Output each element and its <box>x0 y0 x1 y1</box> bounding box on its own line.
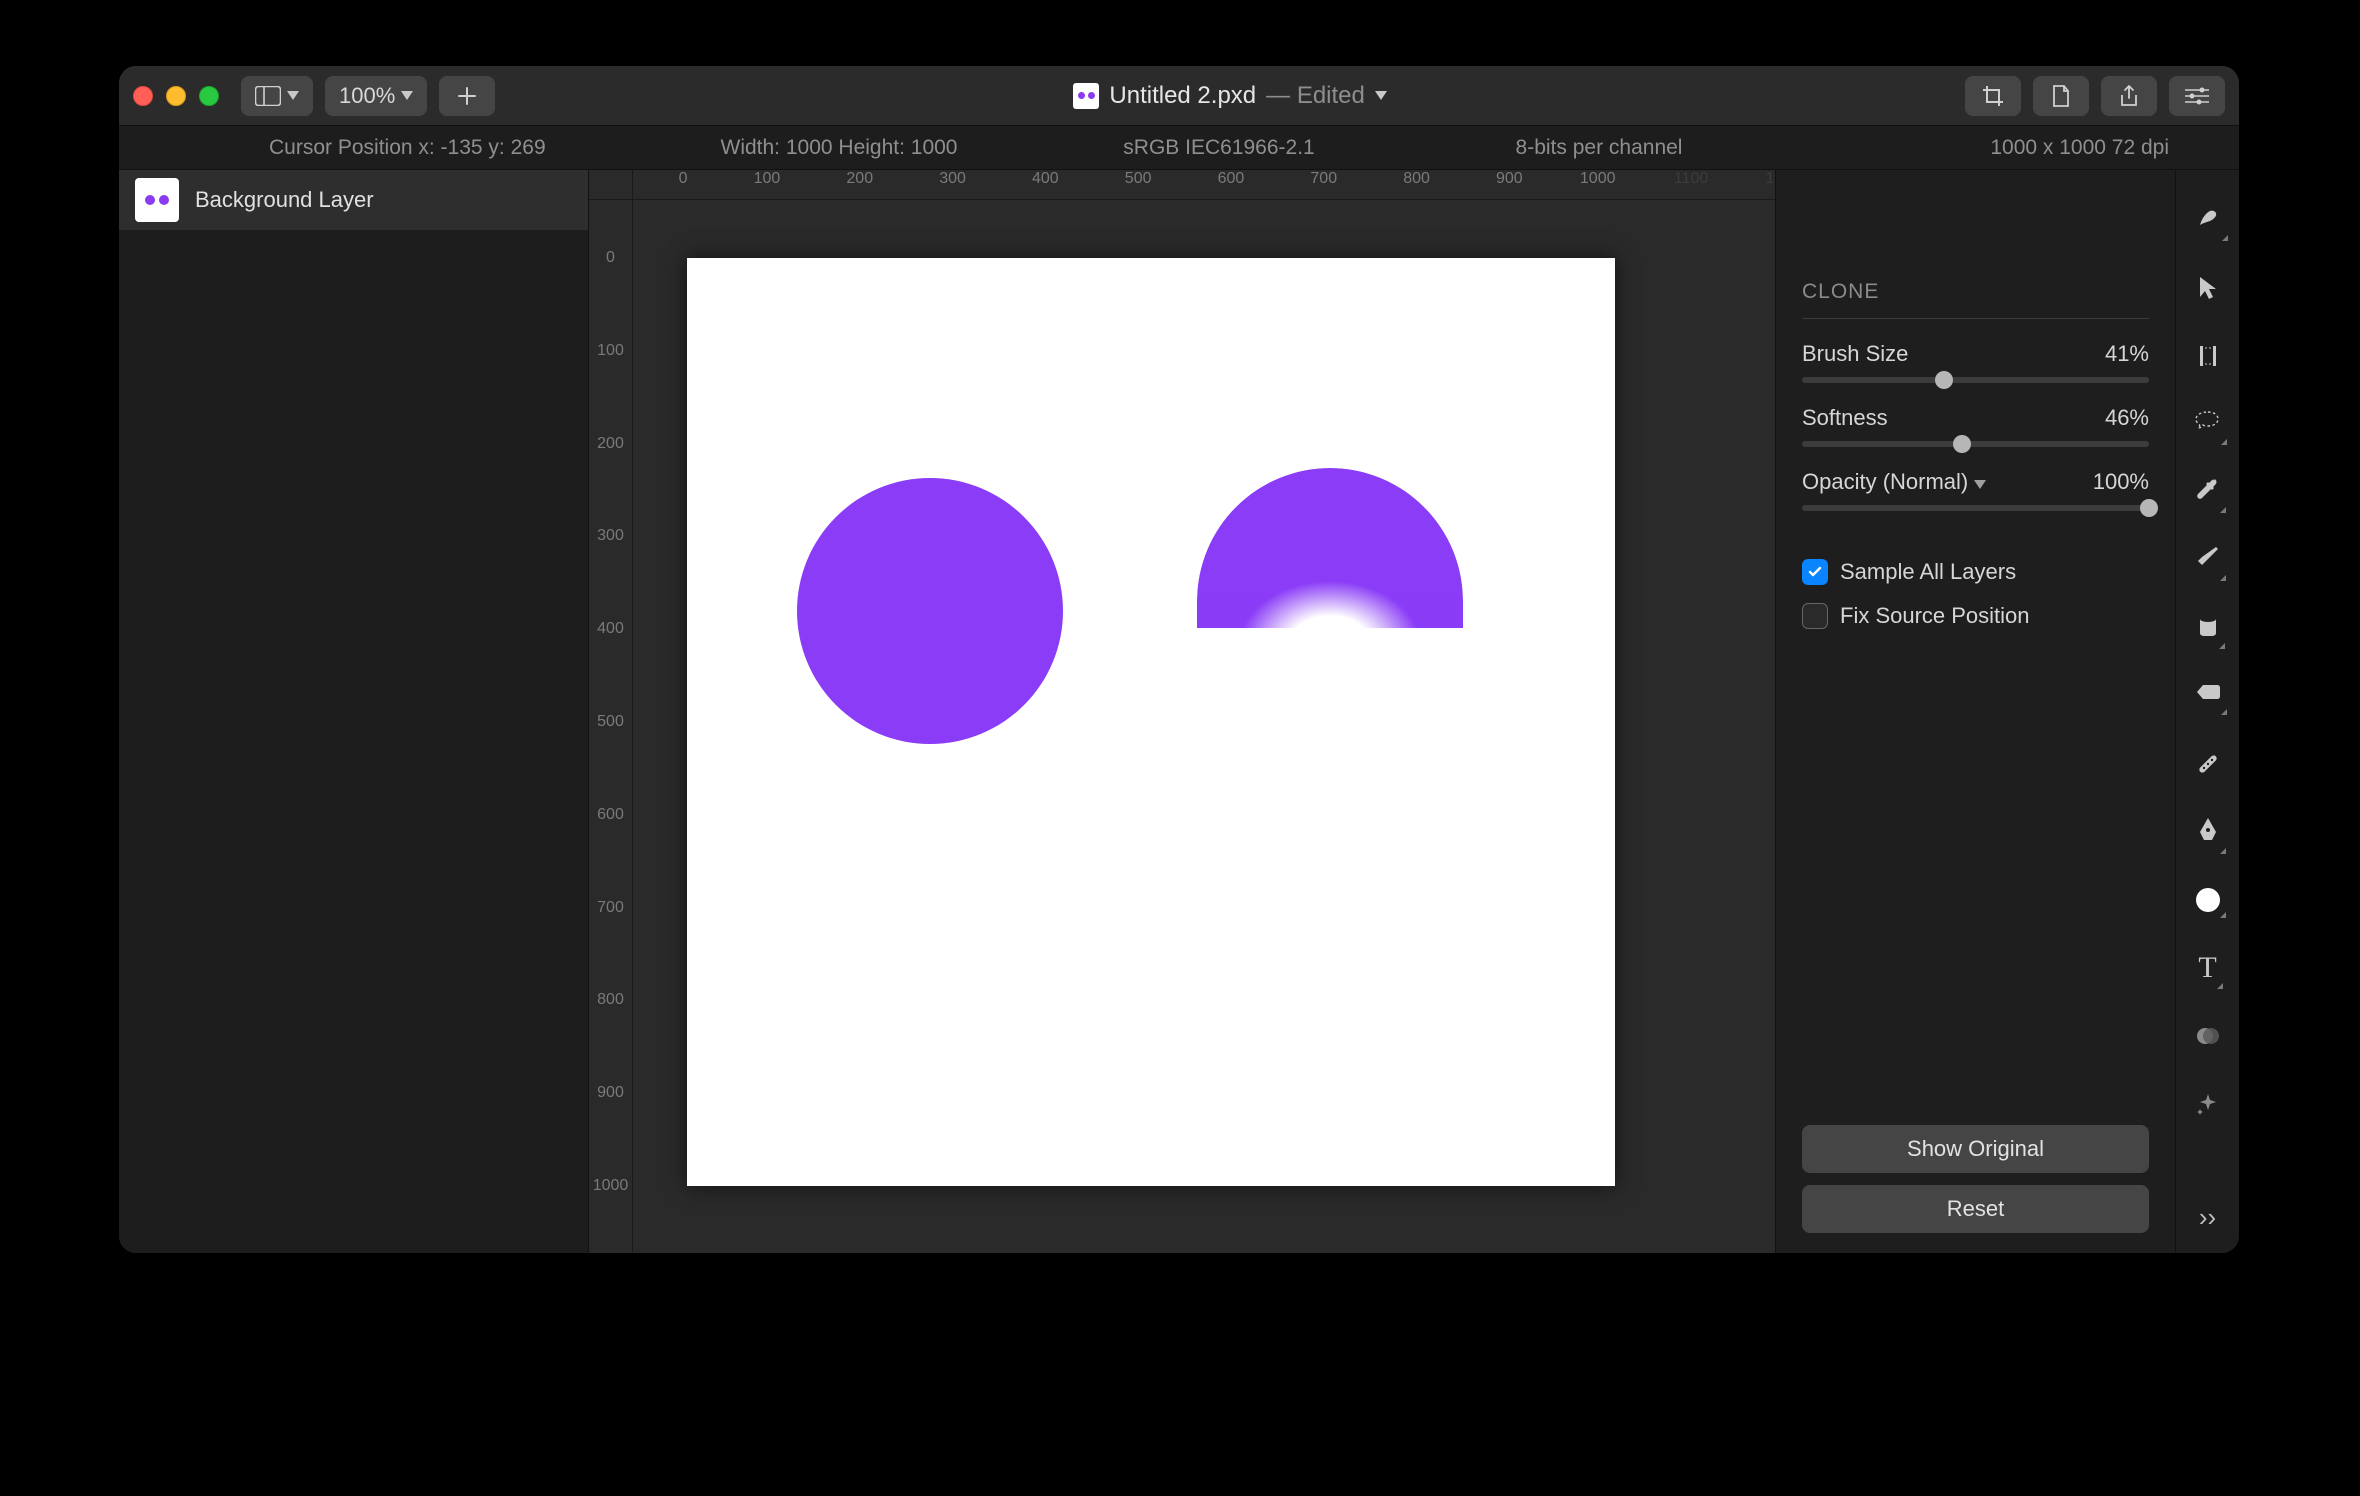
softness-slider[interactable] <box>1802 441 2149 447</box>
artboard[interactable] <box>687 258 1615 1186</box>
expand-tools-button[interactable]: ›› <box>2199 1202 2216 1253</box>
document-title[interactable]: Untitled 2.pxd — Edited <box>507 82 1953 110</box>
bit-depth-readout: 8-bits per channel <box>1409 136 1789 160</box>
eyedropper-tool[interactable] <box>2188 472 2228 512</box>
settings-toolbar-button[interactable] <box>2169 76 2225 116</box>
layer-thumbnail <box>135 178 179 222</box>
brush-tool[interactable] <box>2188 540 2228 580</box>
add-button[interactable] <box>439 76 495 116</box>
checkbox-icon <box>1802 603 1828 629</box>
chevron-down-icon <box>1375 91 1387 100</box>
fix-source-position-label: Fix Source Position <box>1840 603 2030 629</box>
show-original-button[interactable]: Show Original <box>1802 1125 2149 1173</box>
document-filename: Untitled 2.pxd <box>1109 82 1256 110</box>
type-tool[interactable]: T <box>2188 948 2228 988</box>
canvas-content-shape <box>797 478 1063 744</box>
canvas-area: 0100200300400500600700800900100011001200… <box>589 170 1775 1253</box>
info-bar: Cursor Position x: -135 y: 269 Width: 10… <box>119 126 2239 170</box>
crop-toolbar-button[interactable] <box>1965 76 2021 116</box>
chevron-down-icon <box>401 91 413 100</box>
vertical-ruler[interactable]: 01002003004005006007008009001000 <box>589 200 633 1253</box>
move-tool[interactable] <box>2188 268 2228 308</box>
crop-tool[interactable] <box>2188 336 2228 376</box>
eraser-tool[interactable] <box>2188 676 2228 716</box>
brush-size-slider[interactable] <box>1802 377 2149 383</box>
share-toolbar-button[interactable] <box>2101 76 2157 116</box>
properties-panel: CLONE Brush Size 41% Softness 46% Opacit… <box>1775 170 2175 1253</box>
main-area: Background Layer 01002003004005006007008… <box>119 170 2239 1253</box>
close-window-button[interactable] <box>133 86 153 106</box>
lasso-tool[interactable] <box>2188 404 2228 444</box>
layers-panel: Background Layer <box>119 170 589 1253</box>
brush-size-value: 41% <box>2105 341 2149 367</box>
layer-name: Background Layer <box>195 187 374 213</box>
pen-tool[interactable] <box>2188 812 2228 852</box>
softness-value: 46% <box>2105 405 2149 431</box>
zoom-window-button[interactable] <box>199 86 219 106</box>
document-icon <box>1073 83 1099 109</box>
layer-row[interactable]: Background Layer <box>119 170 588 230</box>
fill-tool[interactable] <box>2188 608 2228 648</box>
resolution-readout: 1000 x 1000 72 dpi <box>1789 136 2219 160</box>
reset-button[interactable]: Reset <box>1802 1185 2149 1233</box>
opacity-label[interactable]: Opacity (Normal) <box>1802 469 1986 495</box>
cursor-position-readout: Cursor Position x: -135 y: 269 <box>139 136 649 160</box>
softness-label: Softness <box>1802 405 1888 431</box>
shape-tool[interactable] <box>2188 880 2228 920</box>
checkbox-icon <box>1802 559 1828 585</box>
opacity-slider[interactable] <box>1802 505 2149 511</box>
zoom-level-label: 100% <box>339 83 395 109</box>
window-controls <box>133 86 229 106</box>
sample-all-layers-label: Sample All Layers <box>1840 559 2016 585</box>
opacity-value: 100% <box>2093 469 2149 495</box>
canvas-size-readout: Width: 1000 Height: 1000 <box>649 136 1029 160</box>
sidebar-toggle-button[interactable] <box>241 76 313 116</box>
zoom-level-dropdown[interactable]: 100% <box>325 76 427 116</box>
healing-tool[interactable] <box>2188 744 2228 784</box>
chevron-down-icon <box>287 91 299 100</box>
minimize-window-button[interactable] <box>166 86 186 106</box>
chevron-down-icon <box>1974 480 1986 489</box>
effects-tool[interactable] <box>2188 1084 2228 1124</box>
document-viewport[interactable] <box>633 200 1775 1253</box>
ruler-origin[interactable] <box>589 170 633 200</box>
fix-source-position-checkbox[interactable]: Fix Source Position <box>1802 603 2149 629</box>
clone-stamp-tool[interactable] <box>2188 200 2228 240</box>
tool-strip: T ›› <box>2175 170 2239 1253</box>
app-window: 100% Untitled 2.pxd — Edited <box>118 65 2240 1254</box>
canvas-content-shape <box>1197 468 1463 628</box>
horizontal-ruler[interactable]: 0100200300400500600700800900100011001200… <box>633 170 1775 200</box>
title-bar: 100% Untitled 2.pxd — Edited <box>119 66 2239 126</box>
color-profile-readout: sRGB IEC61966-2.1 <box>1029 136 1409 160</box>
title-bar-right <box>1965 76 2225 116</box>
panel-title: CLONE <box>1802 196 2149 319</box>
export-toolbar-button[interactable] <box>2033 76 2089 116</box>
adjustments-tool[interactable] <box>2188 1016 2228 1056</box>
sample-all-layers-checkbox[interactable]: Sample All Layers <box>1802 559 2149 585</box>
brush-size-label: Brush Size <box>1802 341 1908 367</box>
document-edit-status: — Edited <box>1266 82 1365 110</box>
